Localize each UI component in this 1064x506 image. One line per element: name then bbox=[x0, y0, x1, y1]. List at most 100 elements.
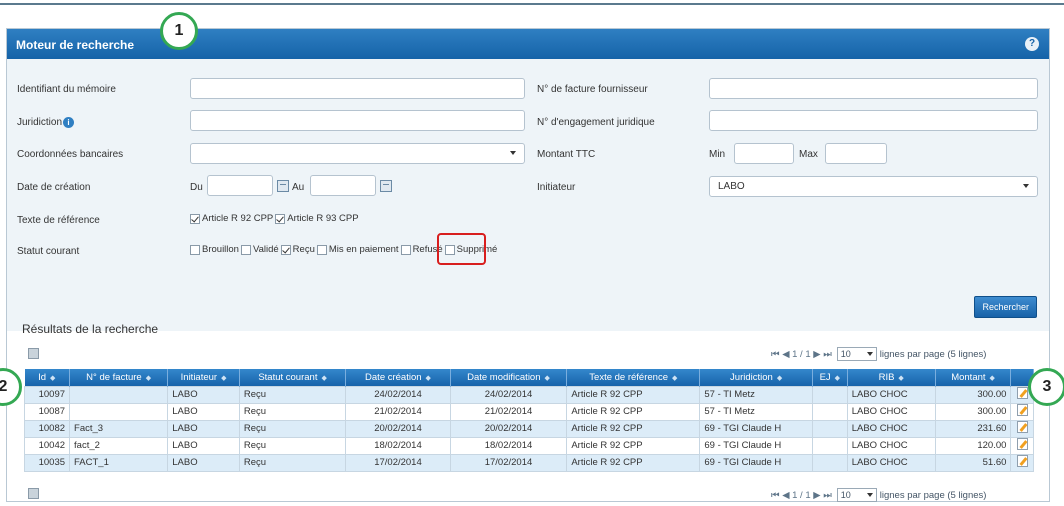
table-cell bbox=[811, 453, 848, 472]
juridiction-label: Juridiction bbox=[17, 117, 63, 129]
checkbox-box[interactable] bbox=[190, 213, 200, 224]
checkbox-mis-en-paiement[interactable]: Mis en paiement bbox=[316, 244, 399, 255]
date-label: Date de création bbox=[17, 182, 91, 193]
edit-icon[interactable] bbox=[1016, 404, 1028, 416]
coordonnees-label: Coordonnées bancaires bbox=[17, 149, 124, 160]
table-cell: 69 - TGI Claude H bbox=[699, 453, 813, 472]
checkbox-label: Article R 92 CPP bbox=[202, 213, 274, 224]
column-header-juridiction[interactable]: Juridiction ◆ bbox=[699, 369, 813, 386]
sort-icon: ◆ bbox=[776, 374, 783, 382]
table-cell: 20/02/2014 bbox=[449, 419, 568, 438]
column-header-texte[interactable]: Texte de référence ◆ bbox=[566, 369, 701, 386]
table-cell: LABO CHOC bbox=[846, 419, 936, 438]
table-row[interactable]: 10097 LABO Reçu 24/02/2014 24/02/2014 Article… bbox=[23, 385, 1034, 404]
table-cell: FACT_1 bbox=[69, 453, 169, 472]
date-du-input[interactable] bbox=[207, 175, 273, 196]
pager-nav[interactable]: ⏮ ◀ 1 / 1 ▶ ⏭ bbox=[771, 349, 832, 360]
column-header-date-creation[interactable]: Date création ◆ bbox=[345, 369, 451, 386]
table-row[interactable]: 10087 LABO Reçu 21/02/2014 21/02/2014 Article… bbox=[23, 402, 1034, 421]
checkbox-box[interactable] bbox=[275, 213, 286, 224]
coordonnees-select[interactable] bbox=[190, 143, 525, 164]
checkbox-valide[interactable]: Validé bbox=[240, 244, 279, 255]
facture-input[interactable] bbox=[709, 78, 1038, 99]
engagement-input[interactable] bbox=[709, 110, 1038, 131]
table-cell-actions bbox=[1010, 453, 1034, 472]
calendar-icon[interactable] bbox=[380, 180, 392, 192]
table-cell: 17/02/2014 bbox=[345, 453, 451, 472]
page-size-select[interactable]: 10 bbox=[836, 347, 877, 361]
table-cell: 10082 bbox=[23, 419, 71, 438]
checkbox-box[interactable] bbox=[240, 244, 251, 255]
checkbox-box[interactable] bbox=[190, 244, 200, 255]
montant-max-label: Max bbox=[799, 149, 818, 160]
column-header-montant[interactable]: Montant ◆ bbox=[935, 369, 1012, 386]
date-au-input[interactable] bbox=[310, 175, 376, 196]
montant-max-input[interactable] bbox=[825, 143, 887, 164]
table-cell: 10042 bbox=[23, 436, 71, 455]
checkbox-box[interactable] bbox=[316, 244, 327, 255]
edit-icon[interactable] bbox=[1016, 438, 1028, 450]
callout-3: 3 bbox=[1028, 368, 1064, 406]
checkbox-label: Brouillon bbox=[202, 244, 239, 255]
info-icon[interactable]: i bbox=[63, 117, 75, 128]
table-row[interactable]: 10035 FACT_1 LABO Reçu 17/02/2014 17/02/2014 A… bbox=[23, 453, 1034, 472]
edit-icon[interactable] bbox=[1016, 455, 1028, 467]
juridiction-input[interactable] bbox=[190, 110, 525, 131]
table-cell: Article R 92 CPP bbox=[566, 436, 701, 455]
chevron-down-icon bbox=[510, 151, 516, 155]
checkbox-article-r92[interactable]: Article R 92 CPP bbox=[190, 213, 273, 224]
table-cell: 57 - TI Metz bbox=[699, 385, 813, 404]
column-header-label: RIB bbox=[878, 371, 895, 383]
column-header-ej[interactable]: EJ ◆ bbox=[812, 369, 848, 386]
table-cell: 10035 bbox=[23, 453, 71, 472]
table-cell: 21/02/2014 bbox=[345, 402, 451, 421]
column-header-label: Juridiction bbox=[730, 371, 773, 383]
table-row[interactable]: 10082 Fact_3 LABO Reçu 20/02/2014 20/02/2014 A… bbox=[23, 419, 1034, 438]
column-header-initiateur[interactable]: Initiateur ◆ bbox=[167, 369, 240, 386]
montant-min-input[interactable] bbox=[734, 143, 794, 164]
checkbox-box[interactable] bbox=[280, 244, 291, 255]
column-header-rib[interactable]: RIB ◆ bbox=[847, 369, 936, 386]
column-header-label: Date modification bbox=[467, 371, 541, 383]
checkbox-recu[interactable]: Reçu bbox=[280, 244, 315, 255]
identifiant-input[interactable] bbox=[190, 78, 525, 99]
table-cell: 10097 bbox=[23, 385, 71, 404]
table-cell: fact_2 bbox=[69, 436, 169, 455]
date-du-label: Du bbox=[190, 182, 203, 193]
callout-1: 1 bbox=[160, 12, 198, 50]
checkbox-brouillon[interactable]: Brouillon bbox=[190, 244, 239, 255]
initiateur-select[interactable]: LABO bbox=[709, 176, 1038, 197]
calendar-icon[interactable] bbox=[277, 180, 289, 192]
checkbox-article-r93[interactable]: Article R 93 CPP bbox=[275, 213, 359, 224]
table-cell: 17/02/2014 bbox=[449, 453, 568, 472]
results-table: Id ◆ N° de facture ◆ Initiateur ◆ Statut co… bbox=[23, 369, 1034, 472]
table-cell: 120.00 bbox=[934, 436, 1012, 455]
export-excel-icon[interactable] bbox=[28, 488, 39, 499]
column-header-facture[interactable]: N° de facture ◆ bbox=[69, 369, 169, 386]
table-cell: 69 - TGI Claude H bbox=[699, 436, 813, 455]
table-cell-actions bbox=[1010, 436, 1034, 455]
table-cell: LABO CHOC bbox=[846, 436, 936, 455]
edit-icon[interactable] bbox=[1016, 387, 1028, 399]
table-cell: LABO bbox=[167, 402, 240, 421]
column-header-id[interactable]: Id ◆ bbox=[24, 369, 71, 386]
edit-icon[interactable] bbox=[1016, 421, 1028, 433]
table-cell: 231.60 bbox=[934, 419, 1012, 438]
search-button[interactable]: Rechercher bbox=[974, 296, 1037, 318]
table-cell: 24/02/2014 bbox=[345, 385, 451, 404]
checkbox-box[interactable] bbox=[400, 244, 411, 255]
column-header-date-modification[interactable]: Date modification ◆ bbox=[450, 369, 568, 386]
pager-nav[interactable]: ⏮ ◀ 1 / 1 ▶ ⏭ bbox=[771, 490, 832, 501]
export-excel-icon[interactable] bbox=[28, 348, 39, 359]
column-header-statut[interactable]: Statut courant ◆ bbox=[239, 369, 347, 386]
table-cell: Reçu bbox=[238, 385, 347, 404]
table-cell: 300.00 bbox=[934, 402, 1012, 421]
help-icon[interactable]: ? bbox=[1025, 37, 1039, 51]
date-au-label: Au bbox=[292, 182, 305, 193]
table-row[interactable]: 10042 fact_2 LABO Reçu 18/02/2014 18/02/2014 A… bbox=[23, 436, 1034, 455]
page-size-select[interactable]: 10 bbox=[836, 488, 877, 502]
top-border bbox=[0, 3, 1064, 5]
table-cell bbox=[811, 385, 848, 404]
checkbox-label: Article R 93 CPP bbox=[287, 213, 359, 224]
checkbox-label: Validé bbox=[252, 244, 279, 255]
